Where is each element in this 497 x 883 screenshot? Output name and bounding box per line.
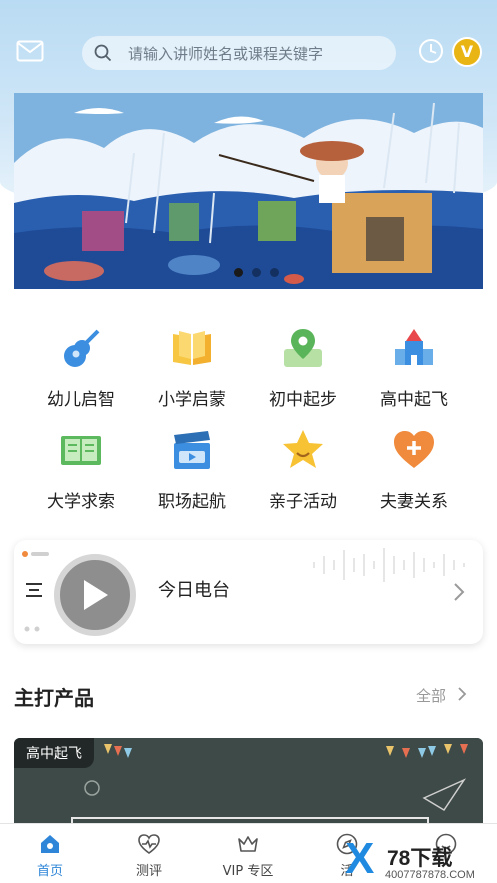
see-all-link[interactable]: 全部 — [416, 685, 446, 706]
tab-assessment[interactable]: 测评 — [109, 832, 189, 879]
category-label: 初中起步 — [269, 390, 337, 410]
category-item-couples[interactable]: 夫妻关系 — [359, 427, 469, 512]
tab-label: 测评 — [135, 864, 162, 879]
mail-icon[interactable] — [16, 40, 44, 62]
category-item-career[interactable]: 职场起航 — [137, 427, 247, 512]
category-item-parent-child[interactable]: 亲子活动 — [248, 427, 358, 512]
heart-pulse-icon — [138, 834, 160, 854]
watermark-url: 4007787878.COM — [385, 869, 475, 881]
search-placeholder: 请输入讲师姓名或课程关键字 — [128, 45, 324, 63]
category-label: 夫妻关系 — [380, 492, 448, 512]
open-book-icon — [173, 331, 211, 365]
category-item-primary[interactable]: 小学启蒙 — [137, 325, 247, 410]
history-clock-icon[interactable] — [418, 38, 444, 64]
category-label: 幼儿启智 — [47, 390, 115, 410]
list-icon — [26, 583, 42, 597]
map-pin-icon — [284, 329, 322, 367]
category-item-junior-high[interactable]: 初中起步 — [248, 325, 358, 410]
category-label: 职场起航 — [158, 492, 226, 512]
radio-decor-dots-bottom — [24, 626, 40, 632]
banner-illustration — [14, 93, 483, 289]
radio-title: 今日电台 — [158, 580, 230, 601]
search-icon — [94, 44, 112, 62]
book-icon — [61, 436, 101, 465]
category-item-senior-high[interactable]: 高中起飞 — [359, 325, 469, 410]
guitar-icon — [64, 329, 100, 367]
product-card[interactable]: 高中起飞 — [14, 738, 483, 828]
carousel-dot[interactable] — [252, 268, 261, 277]
watermark-x: X — [345, 834, 375, 883]
radio-play-button[interactable] — [54, 554, 136, 636]
chevron-right-icon[interactable] — [456, 686, 468, 702]
crown-icon — [238, 836, 258, 852]
category-label: 小学启蒙 — [158, 390, 226, 410]
category-label: 亲子活动 — [269, 492, 337, 512]
category-label: 高中起飞 — [380, 390, 448, 410]
watermark-title: 78下载 — [387, 847, 453, 870]
vip-badge[interactable]: V — [452, 37, 482, 67]
carousel-dot[interactable] — [234, 268, 243, 277]
tab-label: VIP 专区 — [222, 864, 274, 879]
category-item-early-childhood[interactable]: 幼儿启智 — [26, 325, 136, 410]
castle-icon — [395, 329, 433, 365]
section-title: 主打产品 — [14, 686, 94, 710]
tab-vip[interactable]: VIP 专区 — [208, 832, 288, 879]
sound-wave-decor — [313, 548, 465, 582]
clapperboard-icon — [174, 431, 210, 469]
play-icon — [84, 580, 108, 610]
radio-decor-dots — [22, 551, 49, 557]
heart-plus-icon — [394, 431, 434, 468]
chevron-right-icon[interactable] — [452, 582, 466, 602]
tab-home[interactable]: 首页 — [10, 832, 90, 879]
top-bar: 请输入讲师姓名或课程关键字 V — [0, 30, 497, 76]
radio-card[interactable]: 今日电台 — [14, 540, 483, 644]
category-item-university[interactable]: 大学求索 — [26, 427, 136, 512]
carousel-indicator — [234, 268, 279, 277]
home-icon — [41, 835, 59, 853]
category-label: 大学求索 — [47, 492, 115, 512]
carousel-dot[interactable] — [270, 268, 279, 277]
star-icon — [283, 430, 323, 468]
banner-carousel[interactable] — [14, 93, 483, 289]
tab-label: 首页 — [36, 864, 63, 879]
search-input[interactable]: 请输入讲师姓名或课程关键字 — [82, 36, 396, 70]
product-tag: 高中起飞 — [14, 738, 94, 768]
watermark-logo: X 78下载 4007787878.COM — [345, 834, 497, 883]
